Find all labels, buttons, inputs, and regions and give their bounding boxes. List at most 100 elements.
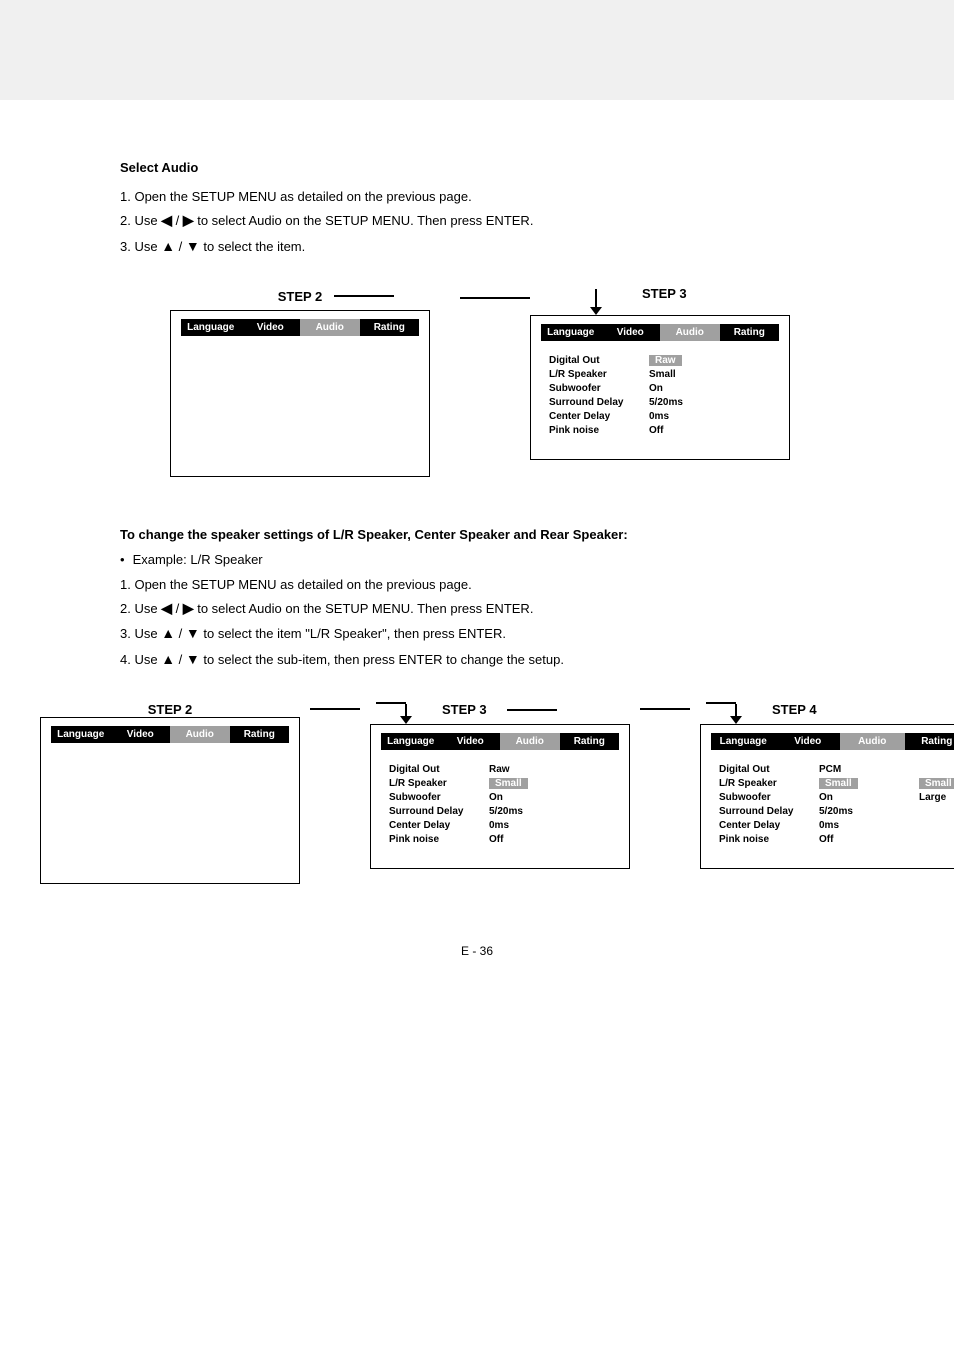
row-digital-out[interactable]: Digital Out Raw [549,355,779,366]
row-subwoofer[interactable]: Subwoofer On [389,792,619,803]
step2-col: STEP 2 Language Video Audio Rating [40,702,300,884]
step-3: 3. Use ▲ / ▼ to select the item. [120,234,924,259]
row-digital-out[interactable]: Digital Out Raw [389,764,619,775]
tab-language[interactable]: Language [541,324,601,341]
tab-audio[interactable]: Audio [500,733,560,750]
tab-video[interactable]: Video [776,733,841,750]
row-lr-speaker[interactable]: L/R Speaker Small Small [719,778,954,789]
row-center-delay[interactable]: Center Delay 0ms [389,820,619,831]
tabs: Language Video Audio Rating [541,324,779,341]
row-surround-delay[interactable]: Surround Delay 5/20ms [719,806,954,817]
bullet-example: Example: L/R Speaker [30,552,924,567]
row-center-delay[interactable]: Center Delay 0ms [549,411,779,422]
tab-rating[interactable]: Rating [905,733,954,750]
left-arrow-icon: ◀ [161,208,172,233]
right-arrow-icon: ▶ [183,208,194,233]
tab-rating[interactable]: Rating [230,726,290,743]
tab-video[interactable]: Video [441,733,501,750]
connector-line [310,708,360,710]
step2-label: STEP 2 [148,702,193,717]
row-pink-noise[interactable]: Pink noise Off [549,425,779,436]
connector-line [507,709,557,711]
tab-language[interactable]: Language [51,726,111,743]
step4-col: STEP 4 Language Video Audio Rating Digit… [700,702,954,869]
step3-col: STEP 3 Language Video Audio Rating Digit… [530,289,790,460]
value-highlight: Small [919,778,954,789]
heading-speaker-settings: To change the speaker settings of L/R Sp… [30,527,924,542]
up-arrow-icon: ▲ [161,647,175,672]
step2-label: STEP 2 [278,289,323,304]
right-arrow-icon: ▶ [183,596,194,621]
down-arrow-icon: ▼ [186,621,200,646]
screen-step2-s1: Language Video Audio Rating [170,310,430,477]
bullet-icon [120,552,125,567]
section-select-audio: Select Audio 1. Open the SETUP MENU as d… [30,160,924,477]
value-highlight: Raw [649,355,682,366]
step3-col: STEP 3 Language Video Audio Rating Digit… [370,702,630,869]
down-arrow-icon: ▼ [186,234,200,259]
steps-list-1: 1. Open the SETUP MENU as detailed on th… [30,185,924,259]
section-speaker-settings: To change the speaker settings of L/R Sp… [30,527,924,884]
tabs: Language Video Audio Rating [181,319,419,336]
down-arrow-icon: ▼ [186,647,200,672]
value-highlight: Small [489,778,528,789]
header-band [0,0,954,100]
tab-audio[interactable]: Audio [170,726,230,743]
heading-select-audio: Select Audio [30,160,924,175]
diagram-row-1: STEP 2 Language Video Audio Rating [30,289,924,477]
tab-audio[interactable]: Audio [660,324,720,341]
up-arrow-icon: ▲ [161,621,175,646]
tab-audio[interactable]: Audio [840,733,905,750]
value-highlight: Small [819,778,858,789]
row-digital-out[interactable]: Digital Out PCM [719,764,954,775]
tabs: Language Video Audio Rating [381,733,619,750]
row-lr-speaker[interactable]: L/R Speaker Small [389,778,619,789]
left-arrow-icon: ◀ [161,596,172,621]
tab-video[interactable]: Video [241,319,301,336]
step-3: 3. Use ▲ / ▼ to select the item "L/R Spe… [120,621,924,646]
menu-rows: Digital Out PCM L/R Speaker Small Small … [711,760,954,845]
tab-video[interactable]: Video [601,324,661,341]
tab-language[interactable]: Language [711,733,776,750]
arrow-down-icon [400,702,412,724]
row-surround-delay[interactable]: Surround Delay 5/20ms [549,397,779,408]
up-arrow-icon: ▲ [161,234,175,259]
tab-rating[interactable]: Rating [560,733,620,750]
menu-rows: Digital Out Raw L/R Speaker Small Subwoo… [541,351,779,436]
tab-video[interactable]: Video [111,726,171,743]
tab-rating[interactable]: Rating [720,324,780,341]
screen-step2-s2: Language Video Audio Rating [40,717,300,884]
row-center-delay[interactable]: Center Delay 0ms [719,820,954,831]
tab-language[interactable]: Language [381,733,441,750]
screen-step3-s1: Language Video Audio Rating Digital Out … [530,315,790,460]
tabs: Language Video Audio Rating [51,726,289,743]
row-surround-delay[interactable]: Surround Delay 5/20ms [389,806,619,817]
tab-rating[interactable]: Rating [360,319,420,336]
row-subwoofer[interactable]: Subwoofer On [549,383,779,394]
step3-label: STEP 3 [642,286,687,301]
step-1: 1. Open the SETUP MENU as detailed on th… [120,185,924,208]
step-2: 2. Use ◀ / ▶ to select Audio on the SETU… [120,596,924,621]
connector [640,708,690,710]
step-1: 1. Open the SETUP MENU as detailed on th… [120,573,924,596]
menu-rows: Digital Out Raw L/R Speaker Small Subwoo… [381,760,619,845]
row-pink-noise[interactable]: Pink noise Off [389,834,619,845]
empty-body [51,753,289,863]
step-2: 2. Use ◀ / ▶ to select Audio on the SETU… [120,208,924,233]
page-number: E - 36 [30,944,924,958]
row-subwoofer[interactable]: Subwoofer On Large [719,792,954,803]
tabs: Language Video Audio Rating [711,733,954,750]
steps-list-2: 1. Open the SETUP MENU as detailed on th… [30,573,924,672]
connector-line [334,295,394,297]
arrow-down-icon [590,289,602,315]
step4-label: STEP 4 [772,702,817,717]
step3-label: STEP 3 [442,702,487,717]
tab-audio[interactable]: Audio [300,319,360,336]
diagram-row-2: STEP 2 Language Video Audio Rating [30,702,924,884]
arrow-down-icon [730,702,742,724]
empty-body [181,346,419,456]
connector [310,708,360,710]
row-lr-speaker[interactable]: L/R Speaker Small [549,369,779,380]
tab-language[interactable]: Language [181,319,241,336]
row-pink-noise[interactable]: Pink noise Off [719,834,954,845]
